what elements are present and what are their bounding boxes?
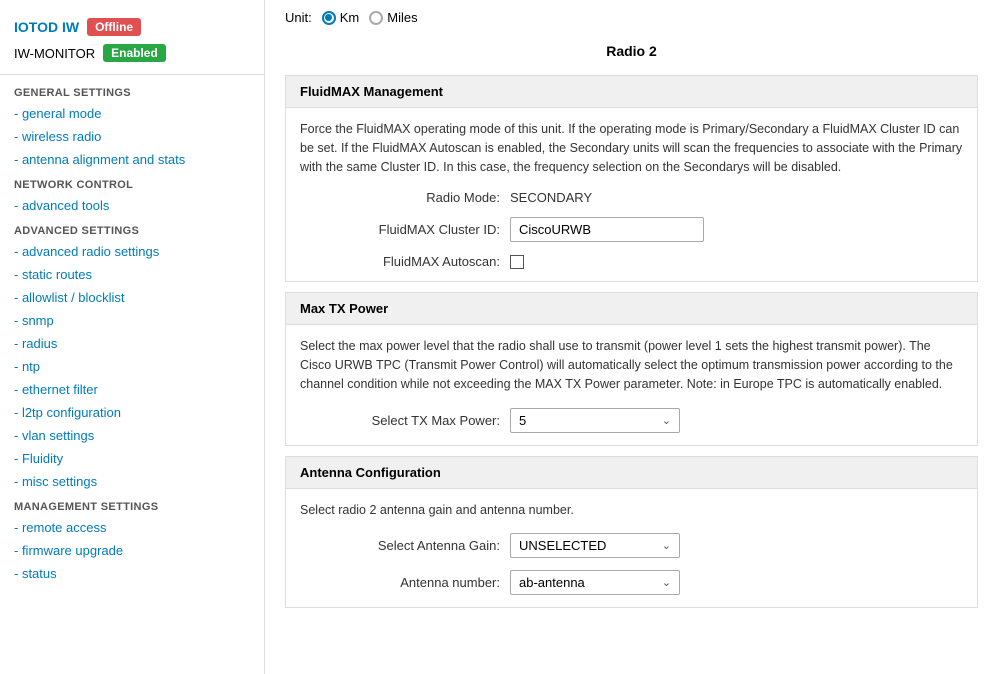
antenna-number-value: ab-antenna (519, 575, 585, 590)
nav-advanced-tools[interactable]: - advanced tools (0, 194, 264, 217)
nav-ntp[interactable]: - ntp (0, 355, 264, 378)
radio-mode-label: Radio Mode: (300, 190, 500, 205)
max-tx-body: Select the max power level that the radi… (285, 324, 978, 445)
max-tx-title-bar: Max TX Power (285, 292, 978, 324)
radio2-title: Radio 2 (285, 33, 978, 65)
fluidmax-autoscan-row: FluidMAX Autoscan: (300, 254, 963, 269)
antenna-number-dropdown[interactable]: ab-antenna ⌄ (510, 570, 680, 595)
management-settings-label: MANAGEMENT SETTINGS (0, 493, 264, 516)
fluidmax-description: Force the FluidMAX operating mode of thi… (300, 120, 963, 176)
network-control-label: NETWORK CONTROL (0, 171, 264, 194)
nav-vlan[interactable]: - vlan settings (0, 424, 264, 447)
sidebar: IOTOD IW Offline IW-MONITOR Enabled GENE… (0, 0, 265, 674)
app-name-iotod[interactable]: IOTOD IW (14, 19, 79, 35)
nav-misc[interactable]: - misc settings (0, 470, 264, 493)
nav-remote-access[interactable]: - remote access (0, 516, 264, 539)
nav-wireless-radio[interactable]: - wireless radio (0, 125, 264, 148)
antenna-gain-dropdown[interactable]: UNSELECTED ⌄ (510, 533, 680, 558)
nav-antenna-alignment[interactable]: - antenna alignment and stats (0, 148, 264, 171)
general-settings-label: GENERAL SETTINGS (0, 79, 264, 102)
km-label: Km (340, 10, 360, 25)
tx-max-power-dropdown[interactable]: 5 ⌄ (510, 408, 680, 433)
fluidmax-cluster-input[interactable] (510, 217, 704, 242)
nav-allowlist[interactable]: - allowlist / blocklist (0, 286, 264, 309)
tx-max-power-value: 5 (519, 413, 526, 428)
nav-radius[interactable]: - radius (0, 332, 264, 355)
antenna-number-label: Antenna number: (300, 575, 500, 590)
max-tx-section: Max TX Power Select the max power level … (285, 292, 978, 445)
antenna-description: Select radio 2 antenna gain and antenna … (300, 501, 963, 520)
antenna-gain-value: UNSELECTED (519, 538, 606, 553)
offline-badge: Offline (87, 18, 141, 36)
fluidmax-cluster-label: FluidMAX Cluster ID: (300, 222, 500, 237)
enabled-badge: Enabled (103, 44, 166, 62)
antenna-title-bar: Antenna Configuration (285, 456, 978, 488)
sidebar-header-row1: IOTOD IW Offline (0, 10, 264, 42)
nav-l2tp[interactable]: - l2tp configuration (0, 401, 264, 424)
chevron-down-icon-2: ⌄ (662, 539, 671, 552)
advanced-settings-label: ADVANCED SETTINGS (0, 217, 264, 240)
nav-general-mode[interactable]: - general mode (0, 102, 264, 125)
chevron-down-icon: ⌄ (662, 414, 671, 427)
km-option[interactable]: Km (322, 10, 360, 25)
antenna-gain-label: Select Antenna Gain: (300, 538, 500, 553)
nav-ethernet-filter[interactable]: - ethernet filter (0, 378, 264, 401)
fluidmax-section: FluidMAX Management Force the FluidMAX o… (285, 75, 978, 282)
fluidmax-cluster-row: FluidMAX Cluster ID: (300, 217, 963, 242)
nav-static-routes[interactable]: - static routes (0, 263, 264, 286)
antenna-section: Antenna Configuration Select radio 2 ant… (285, 456, 978, 609)
tx-max-power-label: Select TX Max Power: (300, 413, 500, 428)
nav-firmware-upgrade[interactable]: - firmware upgrade (0, 539, 264, 562)
radio-mode-value: SECONDARY (510, 190, 592, 205)
miles-radio-button[interactable] (369, 11, 383, 25)
antenna-gain-row: Select Antenna Gain: UNSELECTED ⌄ (300, 533, 963, 558)
chevron-down-icon-3: ⌄ (662, 576, 671, 589)
max-tx-description: Select the max power level that the radi… (300, 337, 963, 393)
nav-fluidity[interactable]: - Fluidity (0, 447, 264, 470)
fluidmax-body: Force the FluidMAX operating mode of thi… (285, 107, 978, 282)
unit-label: Unit: (285, 10, 312, 25)
km-radio-button[interactable] (322, 11, 336, 25)
fluidmax-autoscan-checkbox[interactable] (510, 255, 524, 269)
main-content: Unit: Km Miles Radio 2 FluidMAX Manageme… (265, 0, 998, 674)
antenna-body: Select radio 2 antenna gain and antenna … (285, 488, 978, 609)
tx-max-power-row: Select TX Max Power: 5 ⌄ (300, 408, 963, 433)
antenna-number-row: Antenna number: ab-antenna ⌄ (300, 570, 963, 595)
miles-label: Miles (387, 10, 417, 25)
nav-status[interactable]: - status (0, 562, 264, 585)
miles-option[interactable]: Miles (369, 10, 417, 25)
sidebar-header-row2: IW-MONITOR Enabled (0, 42, 264, 70)
app-name-iw-monitor[interactable]: IW-MONITOR (14, 46, 95, 61)
radio-mode-row: Radio Mode: SECONDARY (300, 190, 963, 205)
fluidmax-autoscan-label: FluidMAX Autoscan: (300, 254, 500, 269)
nav-snmp[interactable]: - snmp (0, 309, 264, 332)
nav-advanced-radio[interactable]: - advanced radio settings (0, 240, 264, 263)
fluidmax-title-bar: FluidMAX Management (285, 75, 978, 107)
unit-row: Unit: Km Miles (285, 0, 978, 33)
